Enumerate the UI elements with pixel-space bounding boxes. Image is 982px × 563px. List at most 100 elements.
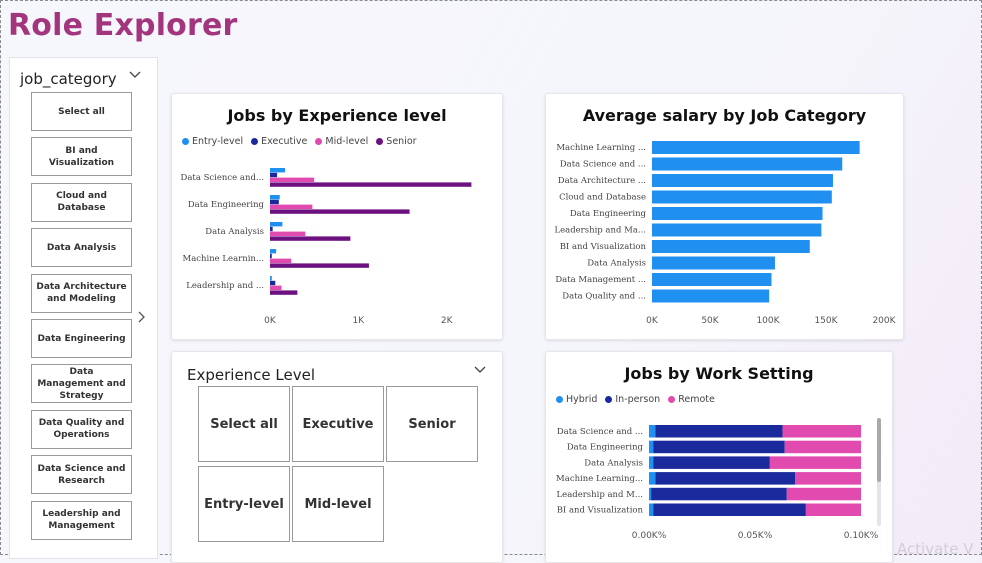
bar bbox=[652, 174, 833, 187]
bar-segment bbox=[655, 472, 796, 485]
category-label: BI and Visualization bbox=[557, 506, 644, 516]
experience-slicer-header: Experience Level bbox=[187, 366, 316, 384]
bar-segment bbox=[649, 425, 656, 438]
experience-level-option[interactable]: Mid-level bbox=[292, 466, 384, 542]
bar bbox=[270, 258, 292, 263]
chevron-down-icon[interactable] bbox=[129, 71, 141, 79]
bar bbox=[652, 157, 843, 171]
bar bbox=[652, 190, 832, 204]
x-tick-label: 0.10K% bbox=[844, 531, 879, 541]
bar-segment bbox=[649, 440, 654, 454]
bar bbox=[270, 204, 313, 209]
category-label: Machine Learnin... bbox=[182, 254, 264, 264]
bar bbox=[270, 290, 298, 295]
job-category-option[interactable]: Cloud and Database bbox=[31, 182, 132, 222]
job-category-option[interactable]: Select all bbox=[31, 92, 132, 131]
bar-segment bbox=[805, 503, 861, 516]
bar bbox=[652, 141, 860, 154]
x-tick-label: 150K bbox=[814, 316, 838, 326]
x-tick-label: 50K bbox=[701, 316, 719, 326]
bar-segment bbox=[784, 440, 861, 454]
category-label: Machine Learning... bbox=[556, 474, 643, 484]
experience-level-option[interactable]: Entry-level bbox=[198, 466, 290, 542]
work-setting-card: Jobs by Work Setting Hybrid In-person Remo… bbox=[545, 351, 893, 563]
category-label: Data Science and ... bbox=[560, 160, 646, 170]
bar bbox=[270, 199, 279, 205]
bar bbox=[652, 273, 772, 286]
job-category-option[interactable]: Data Management and Strategy bbox=[31, 364, 132, 404]
bar-segment bbox=[782, 425, 861, 438]
x-tick-label: 1K bbox=[353, 316, 366, 326]
bar bbox=[270, 182, 472, 187]
job-category-option[interactable]: Data Analysis bbox=[31, 228, 132, 268]
bar bbox=[652, 207, 823, 220]
bar bbox=[270, 236, 351, 241]
work-setting-bar-chart: Data Science and ... Data Engineering Data… bbox=[556, 418, 881, 541]
job-category-option[interactable]: Data Architecture and Modeling bbox=[31, 273, 132, 313]
bar-segment bbox=[786, 487, 861, 501]
bar bbox=[270, 209, 410, 214]
category-label: Data Analysis bbox=[584, 458, 643, 468]
category-label: Data Analysis bbox=[587, 259, 646, 269]
bar-segment bbox=[649, 503, 654, 516]
category-label: Data Management ... bbox=[555, 275, 646, 285]
category-label: Data Science and... bbox=[181, 173, 264, 183]
category-label: BI and Visualization bbox=[560, 242, 647, 252]
job-category-option[interactable]: Data Science and Research bbox=[31, 455, 132, 495]
job-category-option[interactable]: BI and Visualization bbox=[31, 137, 132, 177]
watermark-text: Activate V bbox=[897, 540, 974, 558]
experience-level-option[interactable]: Select all bbox=[198, 386, 290, 462]
bar bbox=[270, 177, 315, 182]
job-category-option[interactable]: Leadership and Management bbox=[31, 500, 132, 540]
chevron-down-icon[interactable] bbox=[474, 366, 486, 374]
bar-segment bbox=[651, 487, 787, 501]
experience-bar-chart: Data Science and... Data Engineering Data … bbox=[181, 168, 472, 326]
job-category-slicer-header: job_category bbox=[20, 70, 117, 88]
bar-segment bbox=[655, 425, 783, 438]
bar bbox=[270, 226, 273, 232]
bar-segment bbox=[795, 472, 861, 485]
category-label: Leadership and ... bbox=[186, 281, 264, 291]
avg-salary-card: Average salary by Job Category Machine L… bbox=[545, 93, 904, 340]
category-label: Data Engineering bbox=[570, 209, 647, 219]
bar bbox=[270, 172, 278, 178]
category-label: Machine Learning ... bbox=[556, 143, 646, 153]
salary-bar-chart: Machine Learning ... Data Science and ...… bbox=[554, 141, 897, 326]
category-label: Data Science and ... bbox=[557, 427, 643, 437]
bar-segment bbox=[649, 472, 656, 485]
experience-level-option[interactable]: Executive bbox=[292, 386, 384, 462]
bar bbox=[652, 256, 775, 270]
job-category-option[interactable]: Data Quality and Operations bbox=[31, 409, 132, 449]
bar-segment bbox=[653, 440, 785, 454]
scrollbar-thumb[interactable] bbox=[877, 418, 881, 482]
bar bbox=[270, 280, 276, 286]
bar-segment bbox=[769, 456, 861, 469]
category-label: Data Quality and ... bbox=[562, 292, 646, 302]
bar bbox=[270, 168, 286, 173]
bar bbox=[270, 285, 282, 290]
category-label: Cloud and Database bbox=[559, 193, 646, 203]
job-category-slicer: job_category Select all BI and Visualizat… bbox=[9, 57, 158, 559]
category-label: Leadership and Ma... bbox=[554, 226, 646, 236]
bar bbox=[652, 289, 770, 303]
category-label: Leadership and M... bbox=[557, 490, 643, 500]
x-tick-label: 0K bbox=[646, 316, 659, 326]
bar-segment bbox=[653, 503, 806, 516]
category-label: Data Architecture ... bbox=[558, 176, 646, 186]
category-label: Data Analysis bbox=[205, 227, 264, 237]
page-title: Role Explorer bbox=[8, 8, 238, 43]
category-label: Data Engineering bbox=[188, 200, 265, 210]
jobs-by-experience-card: Jobs by Experience level Entry-level Exec… bbox=[171, 93, 503, 340]
experience-level-option[interactable]: Senior bbox=[386, 386, 478, 462]
x-tick-label: 0.05K% bbox=[738, 531, 773, 541]
chevron-right-icon[interactable] bbox=[138, 311, 146, 323]
bar bbox=[270, 276, 272, 281]
job-category-option[interactable]: Data Engineering bbox=[31, 319, 132, 358]
bar bbox=[270, 253, 272, 259]
experience-level-slicer: Experience Level Select all Executive Seni… bbox=[171, 351, 503, 563]
x-tick-label: 0K bbox=[264, 316, 277, 326]
bar bbox=[270, 231, 306, 236]
bar bbox=[270, 222, 283, 227]
x-tick-label: 0.00K% bbox=[632, 531, 667, 541]
x-tick-label: 200K bbox=[872, 316, 896, 326]
